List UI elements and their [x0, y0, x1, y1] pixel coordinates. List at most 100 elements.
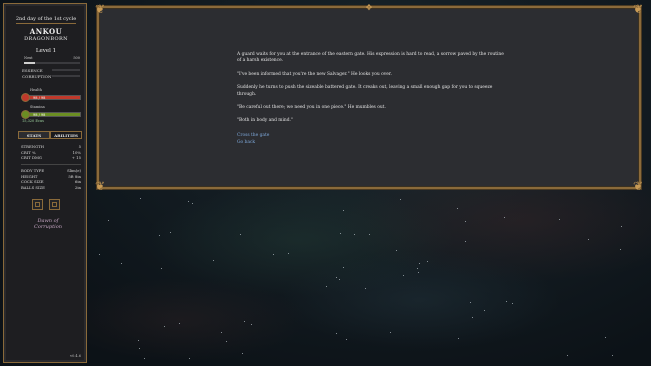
health-orb-icon [21, 93, 30, 102]
star [456, 207, 458, 209]
star [336, 333, 338, 335]
star [345, 338, 347, 340]
story-paragraph: "Be careful out there; we need you in on… [237, 105, 386, 111]
star [587, 238, 589, 240]
star [251, 323, 253, 325]
star [241, 352, 243, 354]
choice-cross-gate[interactable]: Cross the gate [237, 132, 507, 140]
game-logo: Dawn of Corruption [18, 218, 78, 230]
star [472, 316, 474, 318]
health-bar: Health 98 / 98 [21, 88, 81, 102]
star [138, 347, 140, 349]
star [342, 267, 344, 269]
star [163, 325, 165, 327]
corner-ornament-icon: ❦ [632, 2, 644, 16]
xp-value: 500 [73, 56, 80, 60]
star [144, 358, 146, 360]
star [179, 322, 181, 324]
choice-list: Cross the gate Go back [237, 132, 507, 147]
body-stat-label: BALLS SIZE [21, 184, 45, 190]
star [558, 219, 560, 221]
body-stat-label: COCK SIZE [21, 179, 44, 184]
corner-ornament-icon: ❦ [94, 2, 106, 16]
star [620, 226, 622, 228]
star [458, 338, 460, 340]
star [139, 198, 141, 200]
essence-bar [52, 69, 80, 71]
sidebar-tabs: STATS ABILITIES [18, 131, 82, 139]
xp-bar [24, 62, 80, 64]
star [121, 263, 123, 265]
combat-stat-label: STRENGTH [21, 144, 44, 149]
star [390, 332, 392, 334]
character-level: Level 1 [35, 48, 57, 54]
star [226, 340, 228, 342]
combat-stat-value: 10% [72, 149, 81, 155]
star [169, 231, 171, 233]
star [138, 340, 140, 341]
star [158, 235, 160, 237]
character-name: ANKOU [29, 27, 63, 36]
star [399, 198, 401, 200]
story-paragraph: "I've been informed that you're the new … [237, 71, 392, 77]
story-panel: ❦ ❦ ❦ ❦ ✥ A guard waits for you at the e… [95, 2, 643, 193]
story-paragraph: Suddenly he turns to push the sizeable b… [237, 85, 493, 97]
story-text: A guard waits for you at the entrance of… [237, 52, 507, 147]
star [98, 254, 100, 256]
star [340, 233, 342, 235]
star [338, 278, 340, 280]
tab-abilities[interactable]: ABILITIES [50, 131, 82, 139]
star [213, 259, 215, 261]
star [240, 234, 242, 236]
inventory-icon[interactable] [49, 199, 60, 210]
star [611, 355, 613, 357]
star [188, 357, 190, 359]
body-stat-value: 6in [74, 179, 81, 184]
combat-stat-label: CRIT DMG [21, 155, 42, 160]
star [567, 354, 569, 356]
star [336, 276, 338, 278]
body-stat-label: BODY TYPE [21, 168, 45, 173]
body-stat-value: 2in [74, 184, 81, 190]
star [464, 241, 466, 243]
star [221, 332, 223, 334]
logo-line-2: Corruption [34, 224, 62, 230]
star [364, 287, 366, 289]
star [369, 233, 371, 235]
star [161, 268, 163, 270]
corruption-label: CORRUPTION [22, 74, 52, 79]
divider [16, 23, 76, 24]
star [418, 272, 420, 274]
money-counter: 15,320 Ecus [22, 119, 44, 123]
journal-icon[interactable] [32, 199, 43, 210]
essence-label: ESSENCE [22, 68, 43, 73]
star [469, 301, 471, 303]
health-value: 98 / 98 [33, 96, 46, 100]
star [288, 252, 290, 254]
character-race: DRAGONBORN [24, 36, 68, 42]
tab-stats[interactable]: STATS [18, 131, 50, 139]
stamina-caption: Stamina [30, 105, 45, 109]
xp-label: Next [24, 56, 33, 60]
star [512, 302, 514, 304]
xp-bar-fill [24, 62, 36, 64]
day-counter: 2nd day of the 1st cycle [15, 16, 77, 22]
stats-divider [21, 164, 81, 165]
body-stat-label: HEIGHT [21, 173, 38, 179]
stamina-value: 98 / 98 [33, 113, 46, 117]
choice-go-back[interactable]: Go back [237, 139, 507, 147]
star [483, 310, 485, 312]
star [506, 300, 508, 302]
star [417, 267, 419, 269]
corner-ornament-icon: ❦ [94, 179, 106, 193]
stamina-bar: Stamina 98 / 98 [21, 105, 81, 119]
star [108, 220, 110, 222]
corner-ornament-icon: ❦ [632, 179, 644, 193]
star [342, 209, 344, 211]
story-paragraph: A guard waits for you at the entrance of… [237, 52, 504, 64]
body-stat-value: 5ft 8in [68, 173, 81, 179]
combat-stat-label: CRIT % [21, 149, 36, 155]
star [325, 285, 327, 287]
stamina-orb-icon [21, 110, 30, 119]
star [191, 203, 193, 205]
